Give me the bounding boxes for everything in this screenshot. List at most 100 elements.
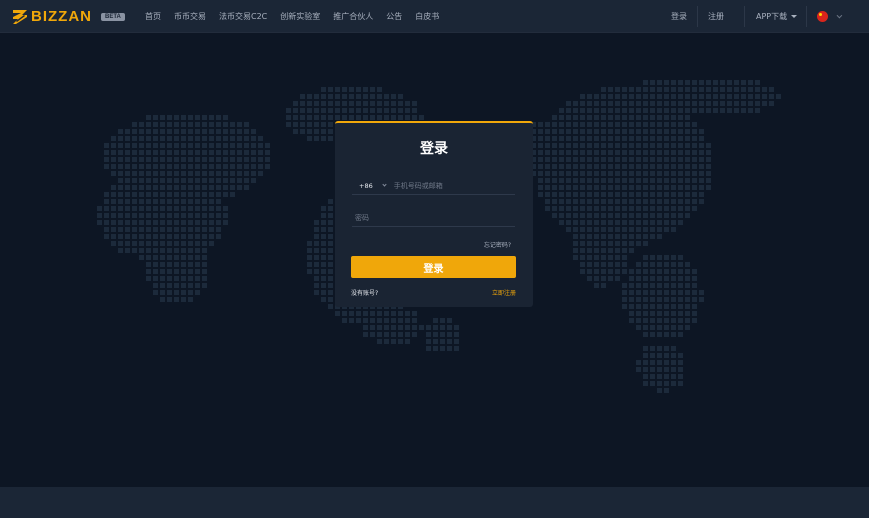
nav-home[interactable]: 首页 xyxy=(145,11,161,22)
map-dot xyxy=(363,115,368,120)
map-dot xyxy=(699,192,704,197)
map-dot xyxy=(454,346,459,351)
chevron-down-icon[interactable] xyxy=(382,182,387,187)
map-dot xyxy=(601,255,606,260)
header-login-link[interactable]: 登录 xyxy=(671,0,687,33)
map-dot xyxy=(692,297,697,302)
map-dot xyxy=(146,122,151,127)
map-dot xyxy=(657,325,662,330)
map-dot xyxy=(643,213,648,218)
map-dot xyxy=(601,262,606,267)
map-dot xyxy=(153,185,158,190)
nav-innovation-lab[interactable]: 创新实验室 xyxy=(280,11,320,22)
map-dot xyxy=(188,297,193,302)
map-dot xyxy=(405,318,410,323)
map-dot xyxy=(657,220,662,225)
map-dot xyxy=(650,297,655,302)
map-dot xyxy=(615,185,620,190)
map-dot xyxy=(629,206,634,211)
map-dot xyxy=(615,276,620,281)
map-dot xyxy=(573,122,578,127)
map-dot xyxy=(685,94,690,99)
nav-whitepaper[interactable]: 白皮书 xyxy=(415,11,439,22)
map-dot xyxy=(216,129,221,134)
map-dot xyxy=(657,381,662,386)
password-input[interactable] xyxy=(355,213,505,222)
map-dot xyxy=(153,164,158,169)
map-dot xyxy=(664,353,669,358)
map-dot xyxy=(188,115,193,120)
map-dot xyxy=(328,234,333,239)
map-dot xyxy=(398,101,403,106)
nav-spot-trading[interactable]: 币币交易 xyxy=(174,11,206,22)
map-dot xyxy=(167,199,172,204)
map-dot xyxy=(398,115,403,120)
map-dot xyxy=(328,283,333,288)
map-dot xyxy=(174,143,179,148)
map-dot xyxy=(258,150,263,155)
map-dot xyxy=(153,283,158,288)
map-dot xyxy=(748,108,753,113)
nav-c2c-trading[interactable]: 法币交易C2C xyxy=(219,11,267,22)
map-dot xyxy=(566,136,571,141)
map-dot xyxy=(314,241,319,246)
map-dot xyxy=(706,80,711,85)
map-dot xyxy=(314,220,319,225)
map-dot xyxy=(594,269,599,274)
map-dot xyxy=(104,157,109,162)
map-dot xyxy=(664,374,669,379)
map-dot xyxy=(692,122,697,127)
map-dot xyxy=(685,297,690,302)
logo[interactable]: BIZZAN BETA xyxy=(12,8,125,25)
map-dot xyxy=(608,192,613,197)
map-dot xyxy=(181,192,186,197)
app-download-menu[interactable]: APP下载 xyxy=(756,0,798,33)
map-dot xyxy=(244,157,249,162)
map-dot xyxy=(692,87,697,92)
map-dot xyxy=(559,108,564,113)
map-dot xyxy=(650,87,655,92)
map-dot xyxy=(202,122,207,127)
register-now-link[interactable]: 立即注册 xyxy=(492,288,516,297)
map-dot xyxy=(622,248,627,253)
map-dot xyxy=(181,213,186,218)
map-dot xyxy=(650,262,655,267)
map-dot xyxy=(734,108,739,113)
map-dot xyxy=(601,157,606,162)
map-dot xyxy=(636,192,641,197)
map-dot xyxy=(657,353,662,358)
map-dot xyxy=(678,353,683,358)
map-dot xyxy=(118,199,123,204)
map-dot xyxy=(440,346,445,351)
map-dot xyxy=(328,199,333,204)
map-dot xyxy=(748,87,753,92)
map-dot xyxy=(370,332,375,337)
nav-announcements[interactable]: 公告 xyxy=(386,11,402,22)
map-dot xyxy=(559,206,564,211)
map-dot xyxy=(573,234,578,239)
forgot-password-link[interactable]: 忘记密码? xyxy=(484,240,511,249)
nav-partner[interactable]: 推广合伙人 xyxy=(333,11,373,22)
map-dot xyxy=(321,241,326,246)
map-dot xyxy=(664,171,669,176)
chevron-down-icon xyxy=(836,12,843,18)
login-button[interactable]: 登录 xyxy=(351,256,516,278)
map-dot xyxy=(132,213,137,218)
map-dot xyxy=(132,192,137,197)
map-dot xyxy=(195,227,200,232)
map-dot xyxy=(608,227,613,232)
map-dot xyxy=(237,171,242,176)
phone-email-input[interactable] xyxy=(393,181,514,190)
map-dot xyxy=(314,136,319,141)
map-dot xyxy=(230,178,235,183)
map-dot xyxy=(615,101,620,106)
map-dot xyxy=(636,311,641,316)
header-register-link[interactable]: 注册 xyxy=(708,0,724,33)
map-dot xyxy=(678,311,683,316)
map-dot xyxy=(643,325,648,330)
map-dot xyxy=(202,269,207,274)
language-selector[interactable] xyxy=(817,0,843,33)
map-dot xyxy=(643,318,648,323)
country-code-select[interactable]: +86 xyxy=(359,182,373,190)
map-dot xyxy=(678,276,683,281)
